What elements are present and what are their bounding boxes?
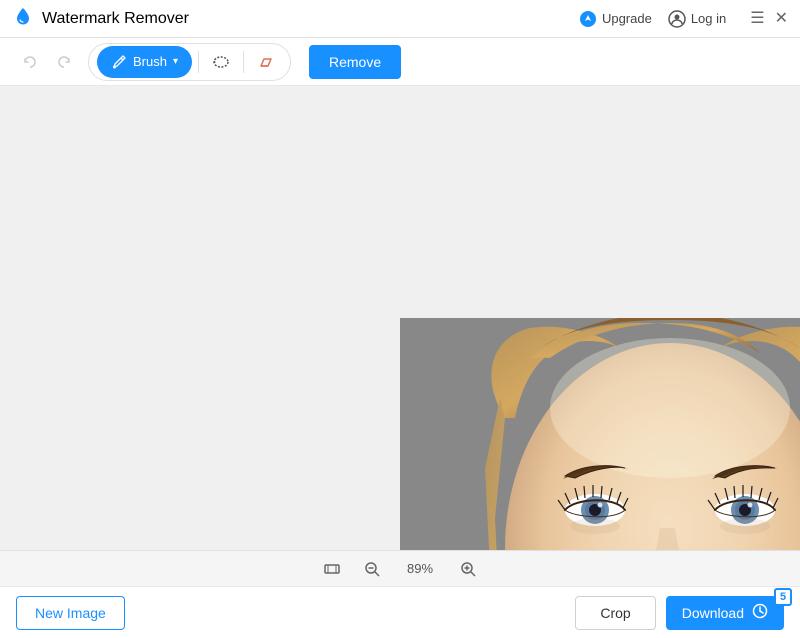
crop-button[interactable]: Crop: [575, 596, 655, 630]
close-button[interactable]: ✕: [775, 11, 788, 27]
app-title: Watermark Remover: [42, 10, 189, 28]
menu-button[interactable]: ☰: [750, 11, 764, 27]
zoom-in-button[interactable]: [456, 557, 480, 581]
bottom-bar: New Image Crop 5 Download: [0, 586, 800, 638]
download-button[interactable]: Download: [666, 596, 784, 630]
undo-button[interactable]: [16, 48, 44, 76]
title-left: Watermark Remover: [12, 5, 189, 32]
fit-button[interactable]: [320, 557, 344, 581]
title-bar: Watermark Remover Upgrade Log in: [0, 0, 800, 38]
lasso-tool-button[interactable]: [205, 46, 237, 78]
download-clock-icon: [752, 603, 768, 622]
eraser-tool-button[interactable]: [250, 46, 282, 78]
bottom-right: Crop 5 Download: [575, 596, 784, 630]
tools-group: Brush ▾: [88, 43, 291, 81]
tool-separator-2: [243, 51, 244, 73]
remove-button[interactable]: Remove: [309, 45, 401, 79]
main-image: [400, 318, 800, 550]
canvas-area[interactable]: [0, 86, 800, 550]
zoom-level: 89%: [400, 561, 440, 576]
undo-redo-group: [16, 48, 78, 76]
brush-button[interactable]: Brush ▾: [97, 46, 192, 78]
download-container: 5 Download: [666, 596, 784, 630]
brush-chevron-icon: ▾: [173, 56, 178, 67]
tool-separator: [198, 51, 199, 73]
upgrade-button[interactable]: Upgrade: [579, 10, 652, 28]
title-right: Upgrade Log in ☰ ✕: [579, 10, 788, 28]
login-icon: [668, 10, 686, 28]
download-badge: 5: [774, 588, 792, 606]
login-button[interactable]: Log in: [668, 10, 726, 28]
upgrade-icon: [579, 10, 597, 28]
redo-button[interactable]: [50, 48, 78, 76]
new-image-button[interactable]: New Image: [16, 596, 125, 630]
zoom-out-button[interactable]: [360, 557, 384, 581]
toolbar: Brush ▾ Remove: [0, 38, 800, 86]
status-bar: 89%: [0, 550, 800, 586]
app-icon: [12, 5, 34, 32]
window-controls: ☰ ✕: [750, 11, 788, 27]
